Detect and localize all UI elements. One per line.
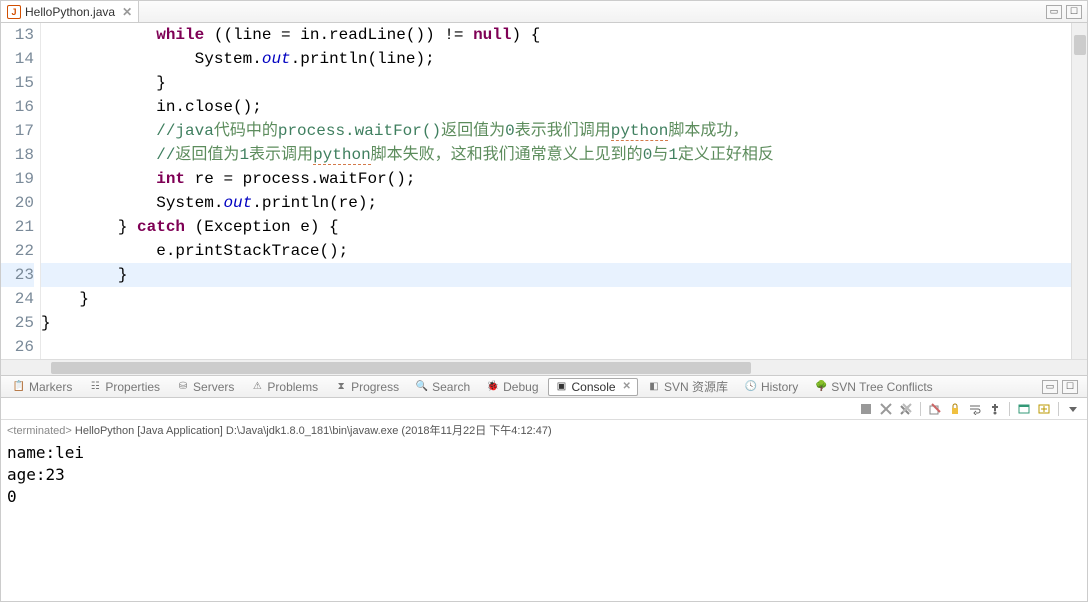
problems-icon: ⚠ (250, 380, 264, 394)
line-number: 13 (1, 23, 34, 47)
editor-pane: J HelloPython.java ✕ ▭ ☐ 13 14 15 16 17 … (0, 0, 1088, 376)
line-number: 18 (1, 143, 34, 167)
tab-markers[interactable]: 📋Markers (5, 378, 79, 396)
code-lines: while ((line = in.readLine()) != null) {… (41, 23, 1087, 359)
editor-tab-label: HelloPython.java (25, 5, 115, 19)
bottom-pane: 📋Markers ☷Properties ⛁Servers ⚠Problems … (0, 376, 1088, 602)
console-line: name:lei (7, 442, 1081, 464)
tab-servers[interactable]: ⛁Servers (169, 378, 241, 396)
tab-svn-tree[interactable]: 🌳SVN Tree Conflicts (807, 378, 939, 396)
history-icon: 🕓 (744, 380, 758, 394)
console-line: 0 (7, 486, 1081, 508)
close-icon[interactable]: ✕ (122, 5, 132, 19)
tab-console[interactable]: ▣Console✕ (548, 378, 638, 396)
java-file-icon: J (7, 5, 21, 19)
line-number: 23 (1, 263, 34, 287)
tab-debug[interactable]: 🐞Debug (479, 378, 545, 396)
tab-history[interactable]: 🕓History (737, 378, 805, 396)
tab-progress[interactable]: ⧗Progress (327, 378, 406, 396)
properties-icon: ☷ (88, 380, 102, 394)
vertical-scrollbar[interactable] (1071, 23, 1087, 359)
code-line: } (41, 71, 1087, 95)
tab-search[interactable]: 🔍Search (408, 378, 477, 396)
debug-icon: 🐞 (486, 380, 500, 394)
line-number: 25 (1, 311, 34, 335)
editor-window-controls: ▭ ☐ (1046, 5, 1087, 19)
clear-console-button[interactable] (927, 401, 943, 417)
maximize-button[interactable]: ☐ (1066, 5, 1082, 19)
close-icon[interactable]: ✕ (623, 381, 631, 392)
code-line: } catch (Exception e) { (41, 215, 1087, 239)
code-line: //java代码中的process.waitFor()返回值为0表示我们调用py… (41, 119, 1087, 143)
code-line: } (41, 263, 1087, 287)
terminated-label: <terminated> (7, 425, 72, 437)
servers-icon: ⛁ (176, 380, 190, 394)
word-wrap-button[interactable] (967, 401, 983, 417)
code-line: System.out.println(re); (41, 191, 1087, 215)
code-line: int re = process.waitFor(); (41, 167, 1087, 191)
pin-console-button[interactable] (987, 401, 1003, 417)
code-line: in.close(); (41, 95, 1087, 119)
view-menu-button[interactable] (1065, 401, 1081, 417)
console-toolbar (1, 398, 1087, 420)
remove-launch-button[interactable] (878, 401, 894, 417)
scroll-lock-button[interactable] (947, 401, 963, 417)
launch-info: HelloPython [Java Application] D:\Java\j… (72, 425, 552, 437)
bottom-window-controls: ▭ ☐ (1042, 380, 1083, 394)
line-number: 26 (1, 335, 34, 359)
line-number: 22 (1, 239, 34, 263)
code-line: } (41, 287, 1087, 311)
remove-all-button[interactable] (898, 401, 914, 417)
line-number: 16 (1, 95, 34, 119)
line-number: 21 (1, 215, 34, 239)
views-tab-bar: 📋Markers ☷Properties ⛁Servers ⚠Problems … (1, 376, 1087, 398)
code-line: e.printStackTrace(); (41, 239, 1087, 263)
code-editor[interactable]: 13 14 15 16 17 18 19 20 21 22 23 24 25 2… (1, 23, 1087, 359)
code-line: while ((line = in.readLine()) != null) { (41, 23, 1087, 47)
markers-icon: 📋 (12, 380, 26, 394)
code-line: //返回值为1表示调用python脚本失败，这和我们通常意义上见到的0与1定义正… (41, 143, 1087, 167)
display-console-button[interactable] (1016, 401, 1032, 417)
code-line: } (41, 311, 1087, 335)
svn-icon: ◧ (647, 380, 661, 394)
line-number: 24 (1, 287, 34, 311)
line-number: 20 (1, 191, 34, 215)
tab-problems[interactable]: ⚠Problems (243, 378, 325, 396)
minimize-button[interactable]: ▭ (1042, 380, 1058, 394)
horizontal-scrollbar[interactable] (1, 359, 1087, 375)
code-line: System.out.println(line); (41, 47, 1087, 71)
maximize-button[interactable]: ☐ (1062, 380, 1078, 394)
minimize-button[interactable]: ▭ (1046, 5, 1062, 19)
progress-icon: ⧗ (334, 380, 348, 394)
line-number: 15 (1, 71, 34, 95)
console-output[interactable]: name:lei age:23 0 (1, 440, 1087, 601)
tab-svn-repo[interactable]: ◧SVN 资源库 (640, 376, 735, 397)
code-line (41, 335, 1087, 359)
editor-tab-bar: J HelloPython.java ✕ ▭ ☐ (1, 1, 1087, 23)
line-number: 19 (1, 167, 34, 191)
editor-tab-hellopython[interactable]: J HelloPython.java ✕ (1, 1, 139, 22)
terminate-button[interactable] (858, 401, 874, 417)
line-number: 14 (1, 47, 34, 71)
search-icon: 🔍 (415, 380, 429, 394)
line-gutter: 13 14 15 16 17 18 19 20 21 22 23 24 25 2… (1, 23, 41, 359)
console-status: <terminated> HelloPython [Java Applicati… (1, 420, 1087, 440)
console-line: age:23 (7, 464, 1081, 486)
console-icon: ▣ (555, 380, 569, 394)
line-number: 17 (1, 119, 34, 143)
tab-properties[interactable]: ☷Properties (81, 378, 167, 396)
open-console-button[interactable] (1036, 401, 1052, 417)
svn-tree-icon: 🌳 (814, 380, 828, 394)
